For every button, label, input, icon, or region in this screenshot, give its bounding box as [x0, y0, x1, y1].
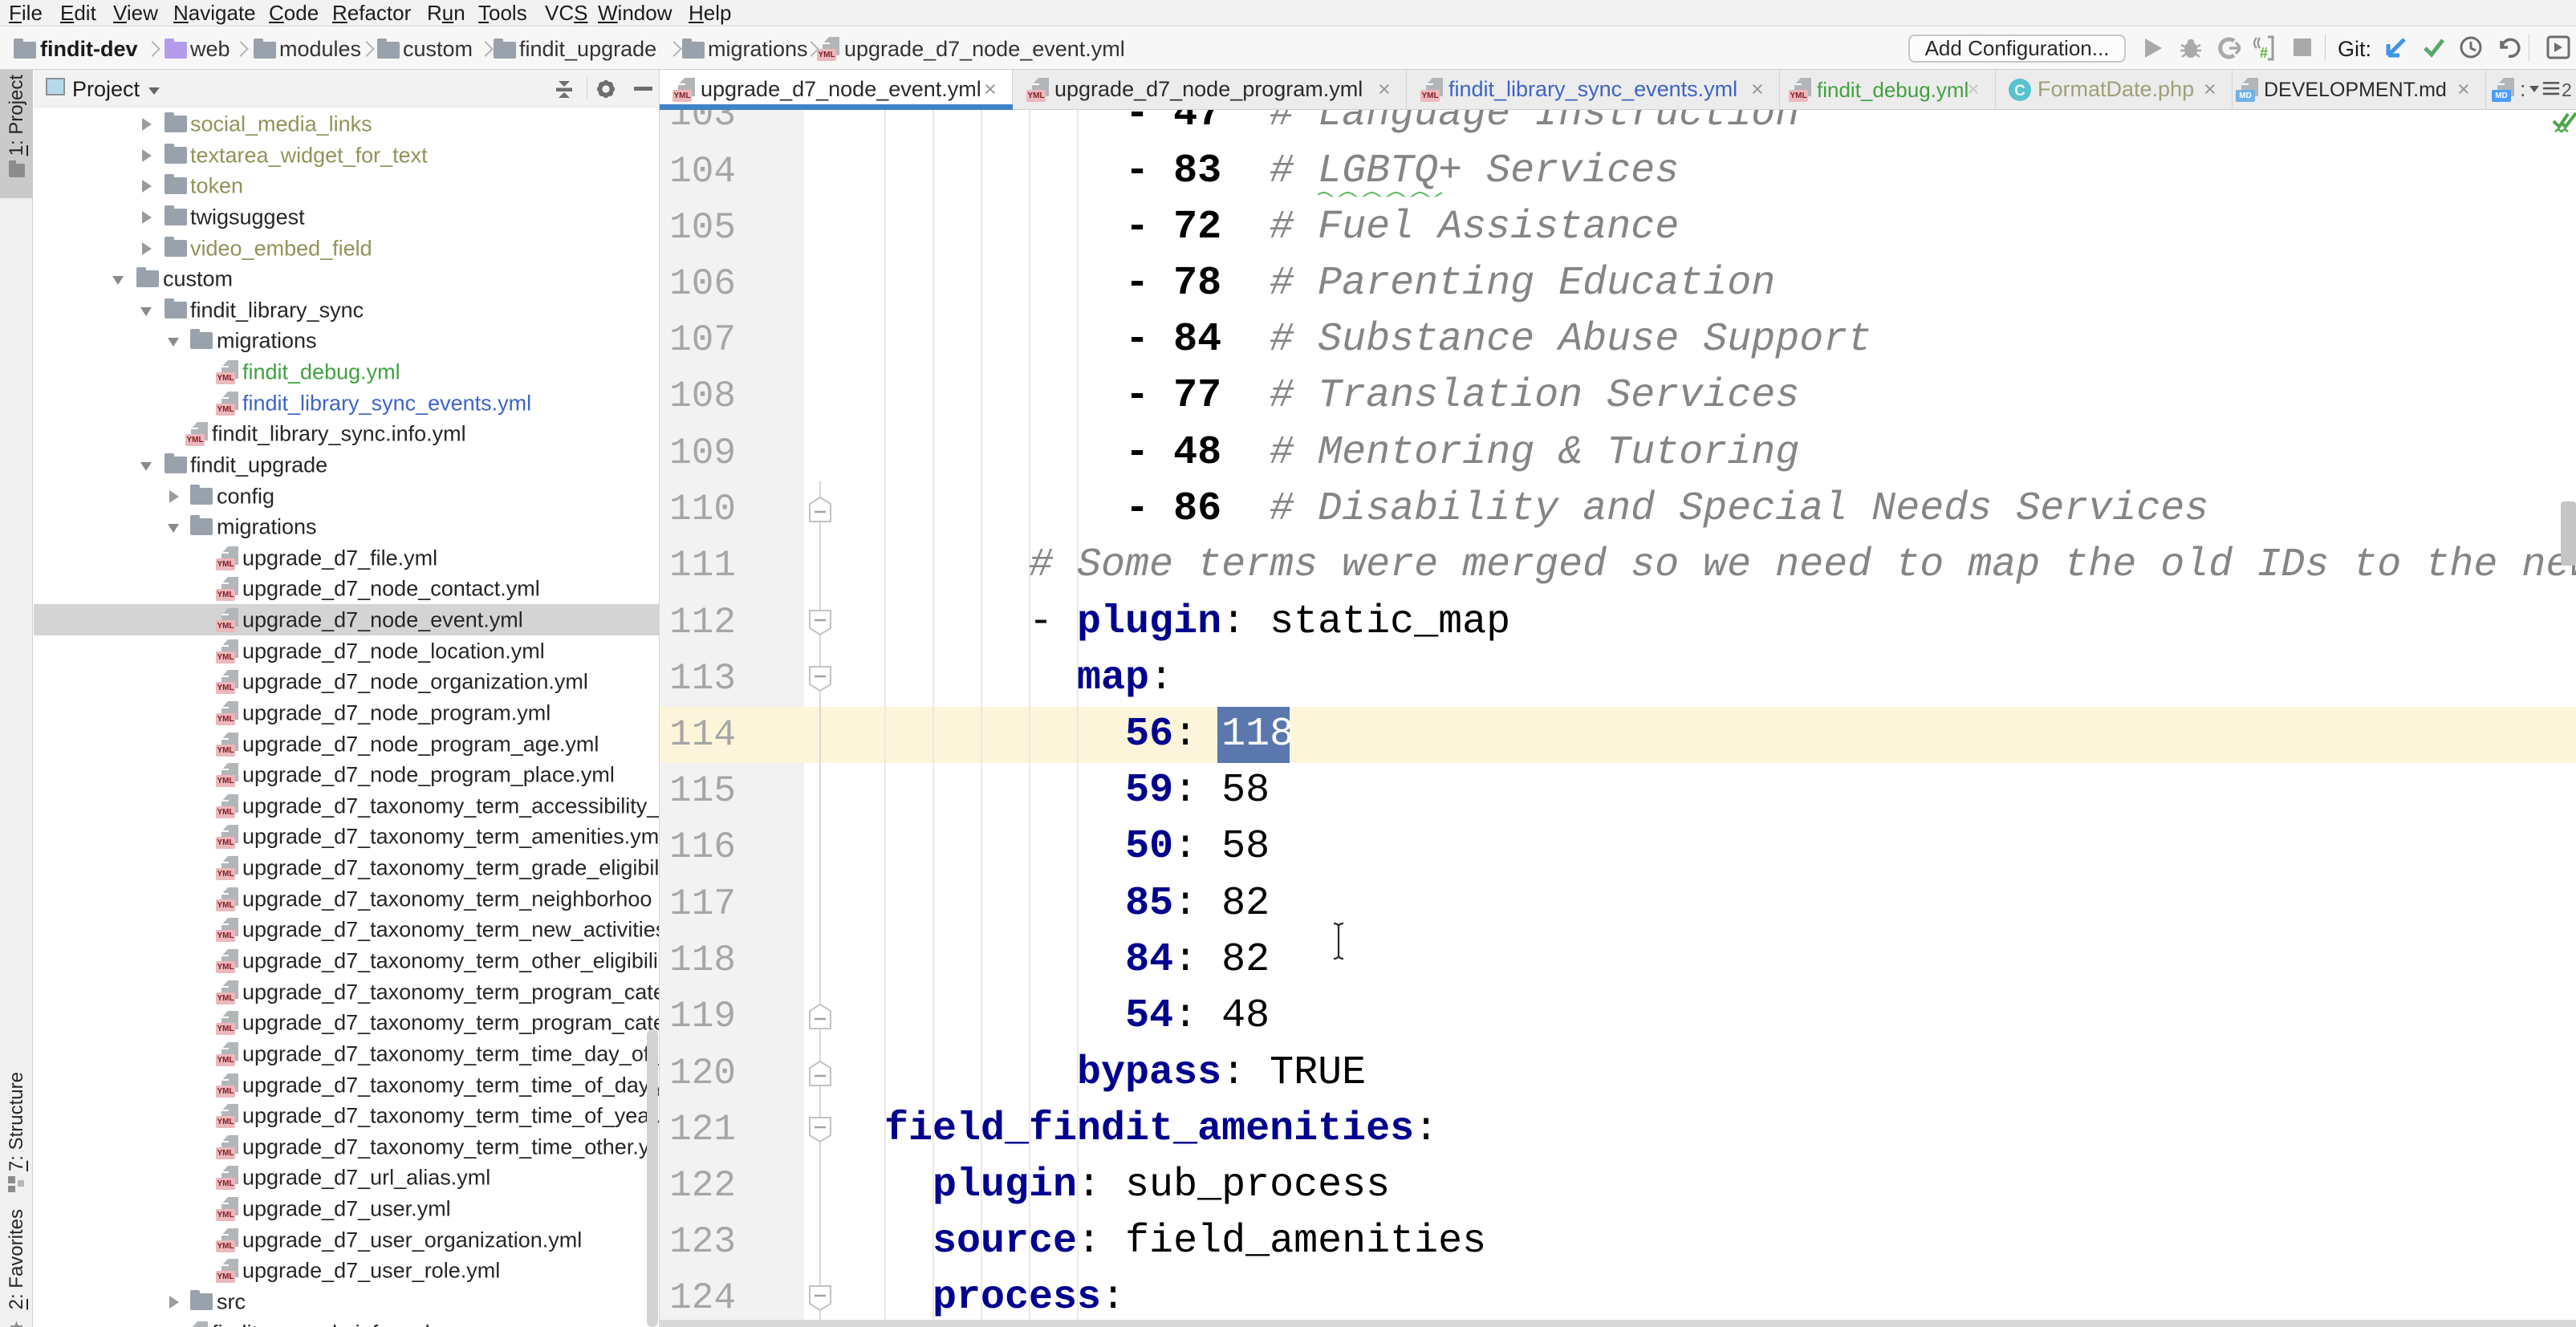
svg-text:#: # — [2260, 45, 2268, 61]
svg-text:C: C — [2014, 83, 2025, 99]
